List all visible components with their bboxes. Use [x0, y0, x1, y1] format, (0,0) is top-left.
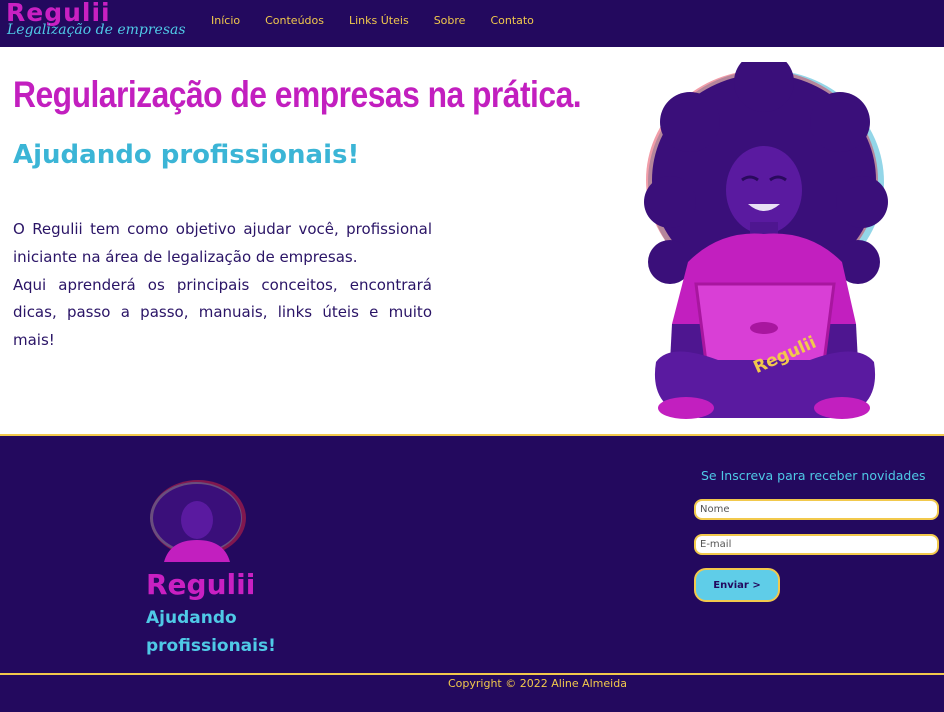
face: [726, 146, 802, 234]
copyright-text: Copyright © 2022 Aline Almeida: [448, 677, 627, 690]
footer-brand: Regulii: [146, 568, 256, 601]
nav-link-inicio[interactable]: Início: [211, 14, 240, 27]
email-input[interactable]: [694, 534, 939, 555]
nav-link-links-uteis[interactable]: Links Úteis: [349, 14, 409, 27]
nav-link-conteudos[interactable]: Conteúdos: [265, 14, 324, 27]
footer-avatar-illustration: [150, 480, 246, 562]
hero-description: O Regulii tem como objetivo ajudar você,…: [13, 216, 432, 355]
nav-link-contato[interactable]: Contato: [490, 14, 533, 27]
hero-paragraph-1: O Regulii tem como objetivo ajudar você,…: [13, 220, 432, 266]
brand-subtitle: Legalização de empresas: [7, 22, 186, 38]
hero-paragraph-2: Aqui aprenderá os principais conceitos, …: [13, 275, 432, 350]
submit-button[interactable]: Enviar >: [694, 568, 780, 602]
main-nav: Início Conteúdos Links Úteis Sobre Conta…: [211, 14, 559, 27]
footer-divider: [0, 673, 944, 675]
subscribe-heading: Se Inscreva para receber novidades: [701, 468, 926, 483]
site-footer: Regulii Ajudando profissionais! Se Inscr…: [0, 434, 944, 712]
name-input[interactable]: [694, 499, 939, 520]
nav-link-sobre[interactable]: Sobre: [434, 14, 466, 27]
woman-with-laptop-illustration: Regulii: [644, 62, 888, 419]
footer-tagline: Ajudando profissionais!: [146, 608, 276, 656]
hero-title: Regularização de empresas na prática.: [13, 74, 582, 115]
site-header: Regulii Legalização de empresas Início C…: [0, 0, 944, 47]
hero-subtitle: Ajudando profissionais!: [13, 140, 360, 170]
